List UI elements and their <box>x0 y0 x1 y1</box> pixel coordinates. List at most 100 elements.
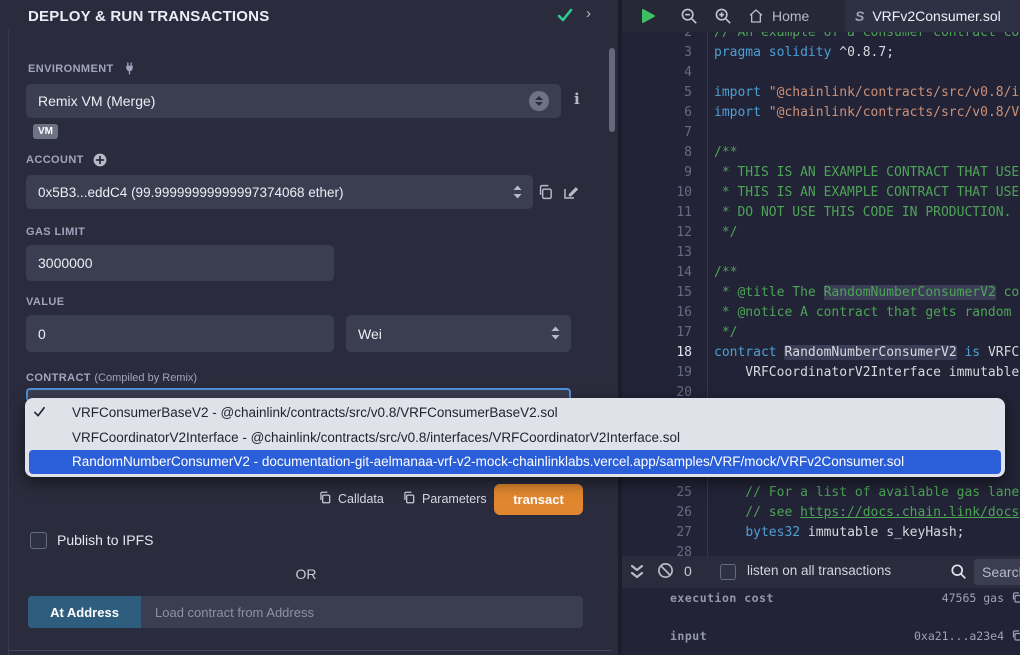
code-line-26[interactable]: 26 // see https://docs.chain.link/docs, <box>622 503 1020 523</box>
value-unit: Wei <box>358 326 382 342</box>
code-text: // see https://docs.chain.link/docs, <box>692 503 1020 523</box>
contract-option-0[interactable]: VRFConsumerBaseV2 - @chainlink/contracts… <box>25 400 1005 425</box>
code-line-18[interactable]: 18contract RandomNumberConsumerV2 is VRF… <box>622 343 1020 363</box>
listen-all-transactions-checkbox[interactable] <box>720 564 736 580</box>
edit-account-icon[interactable] <box>562 183 580 201</box>
panel-title: DEPLOY & RUN TRANSACTIONS <box>28 8 269 25</box>
code-text: // For a list of available gas lanes <box>692 483 1020 503</box>
code-line-28[interactable]: 28 <box>622 543 1020 556</box>
code-line-10[interactable]: 10 * THIS IS AN EXAMPLE CONTRACT THAT US… <box>622 183 1020 203</box>
calldata-label[interactable]: Calldata <box>338 492 384 506</box>
at-address-button[interactable]: At Address <box>28 596 141 628</box>
code-line-13[interactable]: 13 <box>622 243 1020 263</box>
code-line-8[interactable]: 8/** <box>622 143 1020 163</box>
account-label: ACCOUNT <box>26 153 107 167</box>
value-input[interactable]: 0 <box>26 315 334 352</box>
value-label: VALUE <box>26 296 64 308</box>
line-number: 11 <box>622 203 692 223</box>
code-line-27[interactable]: 27 bytes32 immutable s_keyHash; <box>622 523 1020 543</box>
copy-icon[interactable] <box>1011 591 1020 604</box>
listen-all-transactions-label: listen on all transactions <box>747 563 891 578</box>
environment-label: ENVIRONMENT <box>28 62 136 75</box>
double-chevron-down-icon[interactable] <box>630 564 644 580</box>
environment-value: Remix VM (Merge) <box>38 93 155 109</box>
remix-ide-window: DEPLOY & RUN TRANSACTIONS › ENVIRONMENT … <box>0 0 1020 655</box>
copy-account-icon[interactable] <box>537 183 554 201</box>
line-number: 12 <box>622 223 692 243</box>
updown-circle-icon <box>529 91 549 111</box>
panel-collapse-chevron-icon[interactable]: › <box>586 5 591 22</box>
terminal-search-input[interactable] <box>974 559 1020 585</box>
parameters-label[interactable]: Parameters <box>422 492 487 506</box>
contract-option-1[interactable]: VRFCoordinatorV2Interface - @chainlink/c… <box>25 425 1005 450</box>
code-line-25[interactable]: 25 // For a list of available gas lanes <box>622 483 1020 503</box>
gas-limit-input[interactable]: 3000000 <box>26 245 334 281</box>
transact-button[interactable]: transact <box>494 484 583 515</box>
code-line-2[interactable]: 2// An example of a consumer contract co <box>622 32 1020 43</box>
ban-icon[interactable] <box>657 562 674 579</box>
plug-icon <box>123 62 136 75</box>
copy-icon[interactable] <box>1011 629 1020 642</box>
account-value: 0x5B3...eddC4 (99.99999999999997374068 e… <box>38 185 344 200</box>
code-line-4[interactable]: 4 <box>622 63 1020 83</box>
publish-to-ipfs-checkbox[interactable] <box>30 532 47 549</box>
deploy-run-panel: DEPLOY & RUN TRANSACTIONS › ENVIRONMENT … <box>0 0 620 655</box>
code-line-3[interactable]: 3pragma solidity ^0.8.7; <box>622 43 1020 63</box>
code-editor[interactable]: 2// An example of a consumer contract co… <box>622 32 1020 556</box>
at-address-input[interactable] <box>141 596 583 628</box>
home-icon <box>748 8 764 24</box>
line-number: 4 <box>622 63 692 83</box>
copy-parameters-icon[interactable] <box>402 490 416 505</box>
copy-calldata-icon[interactable] <box>318 490 332 505</box>
code-line-19[interactable]: 19 VRFCoordinatorV2Interface immutable <box>622 363 1020 383</box>
account-select[interactable]: 0x5B3...eddC4 (99.99999999999997374068 e… <box>26 175 533 209</box>
code-text <box>692 123 714 143</box>
terminal-header: 0 listen on all transactions <box>622 556 1020 588</box>
code-line-5[interactable]: 5import "@chainlink/contracts/src/v0.8/i… <box>622 83 1020 103</box>
code-line-17[interactable]: 17 */ <box>622 323 1020 343</box>
plus-circle-icon[interactable] <box>93 153 107 167</box>
code-text: * DO NOT USE THIS CODE IN PRODUCTION. <box>692 203 1011 223</box>
code-text: VRFCoordinatorV2Interface immutable <box>692 363 1019 383</box>
zoom-in-icon[interactable] <box>714 7 732 25</box>
code-text: */ <box>692 223 737 243</box>
code-line-7[interactable]: 7 <box>622 123 1020 143</box>
line-number: 17 <box>622 323 692 343</box>
tab-home[interactable]: Home <box>736 0 821 32</box>
code-line-6[interactable]: 6import "@chainlink/contracts/src/v0.8/V… <box>622 103 1020 123</box>
or-divider-label: OR <box>0 566 612 582</box>
environment-select[interactable]: Remix VM (Merge) <box>26 84 561 118</box>
terminal-row-value: 0xa21...a23e4 <box>914 629 1004 643</box>
contract-option-label: RandomNumberConsumerV2 - documentation-g… <box>72 454 904 469</box>
line-number: 3 <box>622 43 692 63</box>
info-icon[interactable]: i <box>574 90 580 108</box>
line-number: 2 <box>622 32 692 43</box>
zoom-out-icon[interactable] <box>680 7 698 25</box>
panel-scrollbar[interactable] <box>609 48 615 132</box>
code-text: contract RandomNumberConsumerV2 is VRFCo <box>692 343 1020 363</box>
compile-success-check-icon <box>556 6 574 24</box>
line-number: 14 <box>622 263 692 283</box>
terminal-row-execution-cost: execution cost47565 gas <box>622 591 1020 607</box>
play-icon[interactable] <box>639 7 657 25</box>
contract-sublabel: (Compiled by Remix) <box>94 372 197 384</box>
line-number: 26 <box>622 503 692 523</box>
line-number: 8 <box>622 143 692 163</box>
code-line-14[interactable]: 14/** <box>622 263 1020 283</box>
value-unit-select[interactable]: Wei <box>346 315 571 352</box>
code-line-11[interactable]: 11 * DO NOT USE THIS CODE IN PRODUCTION. <box>622 203 1020 223</box>
contract-label: CONTRACT (Compiled by Remix) <box>26 372 197 384</box>
code-line-9[interactable]: 9 * THIS IS AN EXAMPLE CONTRACT THAT USE… <box>622 163 1020 183</box>
terminal-row-label: input <box>670 629 707 643</box>
terminal-row-value: 47565 gas <box>942 591 1004 605</box>
tab-vrfv2consumer[interactable]: S VRFv2Consumer.sol <box>845 0 1020 32</box>
editor-tabbar: Home S VRFv2Consumer.sol <box>622 0 1020 32</box>
code-line-12[interactable]: 12 */ <box>622 223 1020 243</box>
contract-option-2[interactable]: RandomNumberConsumerV2 - documentation-g… <box>29 450 1001 474</box>
code-line-16[interactable]: 16 * @notice A contract that gets random… <box>622 303 1020 323</box>
code-line-15[interactable]: 15 * @title The RandomNumberConsumerV2 c… <box>622 283 1020 303</box>
line-number: 15 <box>622 283 692 303</box>
code-text: /** <box>692 263 737 283</box>
transaction-count: 0 <box>684 563 692 579</box>
line-number: 18 <box>622 343 692 363</box>
